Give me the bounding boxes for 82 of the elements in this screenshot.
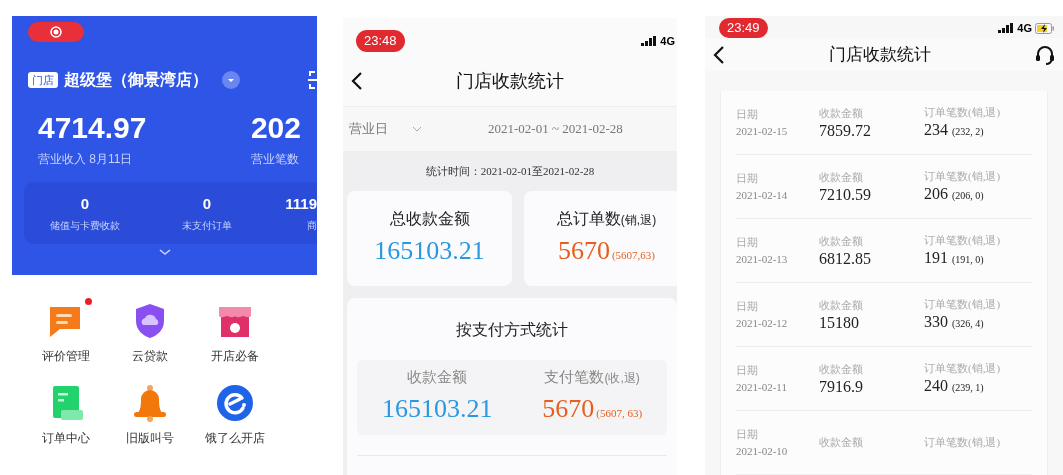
filter-select[interactable]: 营业日: [349, 119, 422, 139]
count-value: 240 (239, 1): [924, 376, 985, 396]
date-value: 2021-02-12: [736, 315, 789, 331]
network-label: 4G: [1017, 20, 1032, 36]
stat-value: 4714.97: [38, 110, 148, 146]
stat-value: 165103.21: [374, 234, 485, 267]
amount-label: 收款金额: [819, 362, 864, 378]
date-value: 2021-02-13: [736, 251, 789, 267]
record-icon: [50, 26, 62, 38]
amount-label: 收款金额: [819, 234, 864, 250]
count-label: 订单笔数(销,退): [924, 233, 1002, 249]
date-label: 日期: [736, 171, 759, 186]
date-value: 2021-02-14: [736, 187, 789, 203]
stat-value: 5670(5607, 63): [542, 392, 643, 425]
stat-label: 营业笔数: [250, 151, 300, 168]
amount-label: 收款金额: [819, 170, 864, 186]
date-label: 日期: [736, 235, 759, 250]
count-label: 订单笔数(销,退): [924, 105, 1002, 121]
stat-label: 总订单数(销,退): [556, 208, 657, 229]
status-time: 23:48: [356, 30, 405, 52]
stat-time: 统计时间：2021-02-01至2021-02-28: [424, 164, 596, 179]
e-logo-icon: [214, 383, 255, 423]
amount-value: 7210.59: [819, 185, 872, 204]
amount-label: 收款金额: [819, 435, 864, 451]
date-range[interactable]: 2021-02-01 ~ 2021-02-28: [488, 119, 623, 139]
back-icon[interactable]: [713, 44, 725, 65]
stat-value: 1119: [285, 194, 317, 215]
count-value: 330 (326, 4): [924, 312, 985, 332]
amount-value: 7916.9: [819, 377, 864, 396]
signal-icon: [641, 36, 658, 46]
shortcut-item[interactable]: 开店必备: [192, 301, 277, 365]
chevron-down-icon: [412, 126, 422, 132]
amount-label: 收款金额: [819, 298, 864, 314]
count-label: 订单笔数(销,退): [924, 435, 1002, 451]
shortcut-item[interactable]: 评价管理: [24, 301, 109, 365]
date-label: 日期: [736, 299, 759, 314]
scan-icon[interactable]: [307, 70, 317, 90]
store-name: 超级堡（御景湾店）: [64, 70, 208, 90]
shortcut-item[interactable]: 云贷款: [108, 301, 193, 365]
signal-icon: [998, 23, 1015, 33]
amount-value: 7859.72: [819, 121, 872, 140]
date-label: 日期: [736, 107, 759, 122]
date-label: 日期: [736, 363, 759, 378]
page-title: 门店收款统计: [455, 69, 565, 93]
count-value: 206 (206, 0): [924, 184, 985, 204]
battery-charging-icon: [1035, 22, 1055, 34]
date-label: 日期: [736, 427, 759, 442]
stat-label: 总收款金额: [389, 208, 470, 229]
stat-label: 收款金额: [407, 367, 468, 388]
network-label: 4G: [660, 33, 675, 49]
amount-value: 15180: [819, 313, 860, 332]
stat-label: 储值与卡费收款: [50, 218, 120, 233]
date-value: 2021-02-15: [736, 123, 789, 139]
back-icon[interactable]: [351, 71, 363, 91]
stat-label: 营业收入 8月11日: [38, 151, 134, 168]
count-label: 订单笔数(销,退): [924, 361, 1002, 377]
store-badge: 门店: [28, 72, 58, 88]
stat-label: 未支付订单: [182, 218, 232, 233]
page-title: 门店收款统计: [828, 43, 932, 66]
amount-label: 收款金额: [819, 106, 864, 122]
chevron-down-icon[interactable]: [157, 248, 172, 256]
shortcut-item[interactable]: 订单中心: [24, 383, 109, 447]
date-value: 2021-02-11: [736, 379, 788, 395]
stat-label: 商: [307, 218, 317, 233]
dropdown-icon[interactable]: [222, 71, 240, 89]
stat-label: 支付笔数(收,退): [544, 367, 640, 388]
stat-value: 0: [202, 194, 212, 215]
stat-value: 165103.21: [381, 392, 493, 425]
count-label: 订单笔数(销,退): [924, 297, 1002, 313]
headset-icon[interactable]: [1035, 43, 1055, 66]
amount-value: 6812.85: [819, 249, 872, 268]
stat-value: 5670(5607,63): [557, 234, 656, 267]
stat-value: 0: [80, 194, 90, 215]
section-title: 按支付方式统计: [455, 319, 569, 340]
date-value: 2021-02-10: [736, 443, 789, 459]
shortcut-item[interactable]: 饿了么开店: [192, 383, 277, 447]
count-label: 订单笔数(销,退): [924, 169, 1002, 185]
stat-value: 202: [250, 110, 301, 146]
shortcut-item[interactable]: 旧版叫号: [108, 383, 193, 447]
count-value: 191 (191, 0): [924, 248, 985, 268]
count-value: 234 (232, 2): [924, 120, 985, 140]
status-time: 23:49: [719, 18, 768, 38]
